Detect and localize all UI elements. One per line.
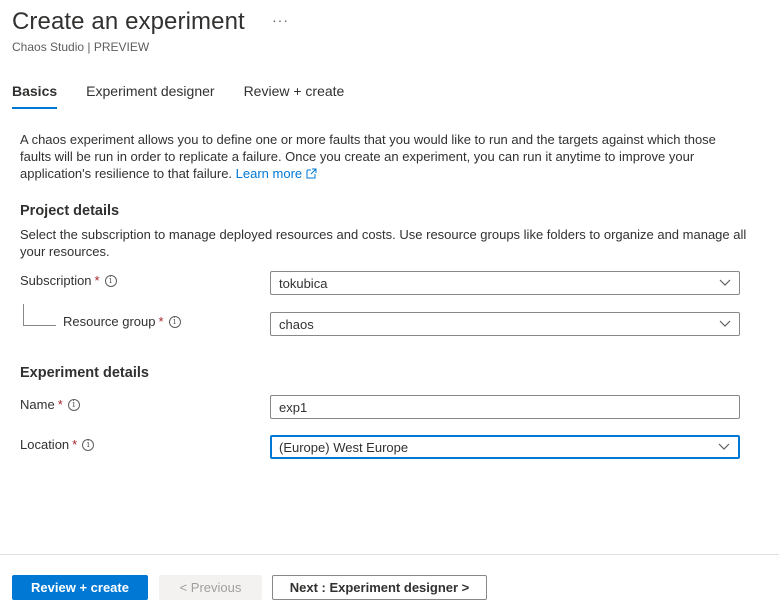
info-icon[interactable]: i [67, 398, 80, 411]
chevron-down-icon [718, 443, 730, 450]
info-icon[interactable]: i [82, 438, 95, 451]
info-icon[interactable]: i [168, 315, 181, 328]
required-marker: * [158, 314, 164, 329]
chevron-down-icon [719, 320, 731, 327]
tab-experiment-designer[interactable]: Experiment designer [86, 83, 214, 109]
resource-group-dropdown[interactable]: chaos [270, 312, 740, 336]
resource-group-label: Resource group * i [63, 314, 181, 329]
tab-bar: Basics Experiment designer Review + crea… [12, 83, 373, 109]
location-label: Location * i [20, 437, 95, 452]
location-dropdown[interactable]: (Europe) West Europe [270, 435, 740, 459]
learn-more-label: Learn more [235, 166, 303, 181]
review-create-button[interactable]: Review + create [12, 575, 148, 600]
name-label: Name * i [20, 397, 80, 412]
page-subtitle: Chaos Studio | PREVIEW [12, 40, 150, 54]
previous-button[interactable]: < Previous [159, 575, 262, 600]
tab-basics[interactable]: Basics [12, 83, 58, 109]
required-marker: * [57, 397, 63, 412]
required-marker: * [72, 437, 78, 452]
location-label-text: Location [20, 437, 70, 452]
subscription-label-text: Subscription [20, 273, 92, 288]
required-marker: * [94, 273, 100, 288]
footer-divider [0, 554, 779, 555]
project-details-description: Select the subscription to manage deploy… [20, 227, 747, 259]
name-label-text: Name [20, 397, 55, 412]
more-icon[interactable]: ··· [272, 12, 289, 28]
project-details-heading: Project details [20, 203, 120, 219]
name-input[interactable]: exp1 [270, 395, 740, 419]
name-value: exp1 [279, 399, 308, 415]
external-link-icon [306, 168, 317, 179]
page-title: Create an experiment [12, 8, 245, 35]
subscription-label: Subscription * i [20, 273, 117, 288]
chevron-down-icon [719, 279, 731, 286]
info-icon[interactable]: i [104, 274, 117, 287]
resource-group-label-text: Resource group [63, 314, 156, 329]
tree-connector [23, 304, 56, 326]
intro-description: A chaos experiment allows you to define … [20, 131, 750, 182]
resource-group-value: chaos [279, 316, 314, 332]
subscription-value: tokubica [279, 275, 328, 291]
next-button[interactable]: Next : Experiment designer > [272, 575, 487, 600]
intro-text: A chaos experiment allows you to define … [20, 132, 716, 181]
experiment-details-heading: Experiment details [20, 365, 149, 381]
location-value: (Europe) West Europe [279, 439, 409, 455]
subscription-dropdown[interactable]: tokubica [270, 271, 740, 295]
tab-review-create[interactable]: Review + create [244, 83, 345, 109]
learn-more-link[interactable]: Learn more [236, 166, 317, 181]
